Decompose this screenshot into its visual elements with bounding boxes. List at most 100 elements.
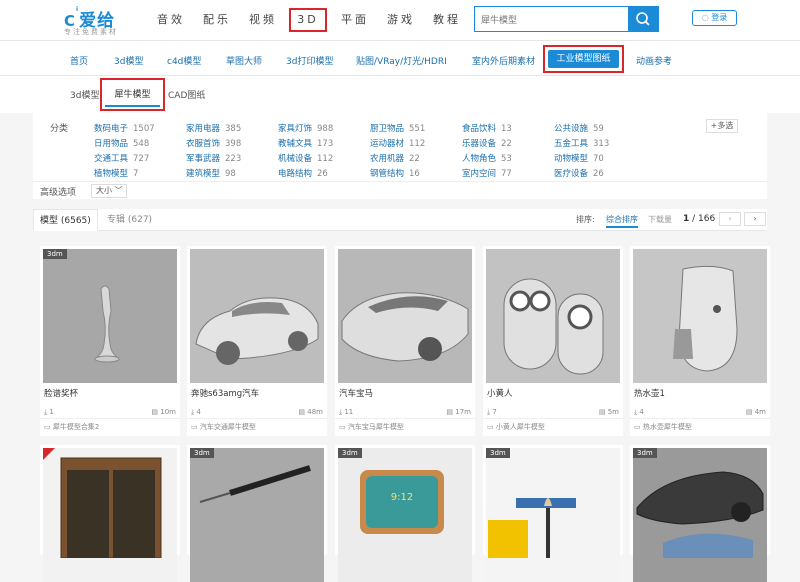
- model-card[interactable]: 小黄人 ⤓ 7 ▤ 5m ▭ 小黄人犀牛模型: [483, 246, 623, 436]
- login-button[interactable]: ◌ 登录: [692, 10, 737, 26]
- album-tag[interactable]: ▭ 热水壶犀牛模型: [634, 422, 692, 432]
- chevron-down-icon: ﹀: [114, 186, 123, 195]
- category-item[interactable]: 日用物品 548: [94, 137, 149, 149]
- category-item[interactable]: 乐器设备 22: [462, 137, 512, 149]
- card-thumbnail[interactable]: [486, 249, 620, 383]
- model-card[interactable]: 奔驰s63amg汽车 ⤓ 4 ▤ 48m ▭ 汽车交通犀牛模型: [187, 246, 327, 436]
- card-thumbnail[interactable]: 3dm: [43, 249, 177, 383]
- category-item[interactable]: 军事武器 223: [186, 152, 241, 164]
- model-card[interactable]: 3dm: [187, 445, 327, 582]
- nav-video[interactable]: 视频: [240, 0, 286, 40]
- search-button[interactable]: [628, 7, 658, 31]
- card-thumbnail[interactable]: 3dm: [190, 448, 324, 582]
- category-item[interactable]: 农用机器 22: [370, 152, 420, 164]
- size-select[interactable]: 大小 ﹀: [91, 184, 127, 198]
- category-item[interactable]: 人物角色 53: [462, 152, 512, 164]
- card-thumbnail[interactable]: 3dm: [633, 448, 767, 582]
- model-card[interactable]: 3dm: [630, 445, 770, 582]
- category-item[interactable]: 衣服首饰 398: [186, 137, 241, 149]
- nav-game[interactable]: 游戏: [378, 0, 424, 40]
- category-item[interactable]: 五金工具 313: [554, 137, 609, 149]
- category-item[interactable]: 医疗设备 26: [554, 167, 604, 179]
- tab-rhino-model[interactable]: 犀牛模型: [100, 78, 165, 111]
- sort-overall[interactable]: 综合排序: [606, 214, 638, 228]
- category-item[interactable]: 机械设备 112: [278, 152, 333, 164]
- search-box: [474, 6, 659, 32]
- category-item[interactable]: 公共设施 59: [554, 122, 604, 134]
- model-card[interactable]: 9:12 3dm: [335, 445, 475, 582]
- file-size: ▤ 48m: [298, 408, 323, 416]
- category-item[interactable]: 建筑模型 98: [186, 167, 236, 179]
- card-thumbnail[interactable]: 9:12 3dm: [338, 448, 472, 582]
- category-item[interactable]: 钢管结构 16: [370, 167, 420, 179]
- card-title[interactable]: 脸谱奖杯: [44, 387, 78, 399]
- search-input[interactable]: [475, 7, 625, 31]
- category-count: 70: [593, 154, 604, 164]
- card-thumbnail[interactable]: [190, 249, 324, 383]
- subnav-3d-print[interactable]: 3d打印模型: [286, 54, 333, 67]
- furniture-illustration: [488, 498, 576, 558]
- card-thumbnail[interactable]: [633, 249, 767, 383]
- category-item[interactable]: 厨卫物品 551: [370, 122, 425, 134]
- nav-flat[interactable]: 平面: [332, 0, 378, 40]
- nav-sound[interactable]: 音效: [148, 0, 194, 40]
- category-item[interactable]: 植物模型 7: [94, 167, 138, 179]
- subnav-home[interactable]: 首页: [70, 54, 88, 67]
- tab-models-count[interactable]: 模型 (6565): [33, 209, 98, 231]
- subnav-post[interactable]: 室内外后期素材: [472, 54, 535, 67]
- album-tag[interactable]: ▭ 汽车宝马犀牛模型: [339, 422, 404, 432]
- category-item[interactable]: 运动器材 112: [370, 137, 425, 149]
- multi-select-button[interactable]: +多选: [706, 119, 738, 133]
- category-item[interactable]: 家具灯饰 988: [278, 122, 333, 134]
- next-page-button[interactable]: ›: [744, 212, 766, 226]
- prev-page-button[interactable]: ‹: [719, 212, 741, 226]
- album-tag[interactable]: ▭ 小黄人犀牛模型: [487, 422, 545, 432]
- car-illustration: [636, 471, 764, 558]
- category-count: 77: [501, 169, 512, 179]
- category-item[interactable]: 电路结构 26: [278, 167, 328, 179]
- card-title[interactable]: 奔驰s63amg汽车: [191, 387, 259, 399]
- category-item[interactable]: 食品饮料 13: [462, 122, 512, 134]
- category-count: 26: [593, 169, 604, 179]
- model-card[interactable]: [40, 445, 180, 582]
- advanced-options: 高级选项 大小 ﹀: [33, 181, 767, 199]
- card-thumbnail[interactable]: [43, 448, 177, 582]
- category-count: 112: [317, 154, 334, 164]
- category-name: 军事武器: [186, 154, 221, 164]
- card-thumbnail[interactable]: 3dm: [486, 448, 620, 582]
- nav-tutorial[interactable]: 教程: [424, 0, 470, 40]
- category-item[interactable]: 数码电子 1507: [94, 122, 155, 134]
- category-item[interactable]: 家用电器 385: [186, 122, 241, 134]
- category-count: 727: [133, 154, 150, 164]
- model-card[interactable]: 3dm 脸谱奖杯 ⤓ 1 ▤ 10m ▭ 犀牛模型合集2: [40, 246, 180, 436]
- subnav-c4d[interactable]: c4d模型: [167, 54, 201, 67]
- category-name: 运动器材: [370, 139, 405, 149]
- card-title[interactable]: 汽车宝马: [339, 387, 373, 399]
- nav-3d[interactable]: 3D: [289, 8, 327, 32]
- category-item[interactable]: 教辅文具 173: [278, 137, 333, 149]
- tab-3d-model[interactable]: 3d模型: [70, 88, 99, 101]
- subnav-textures[interactable]: 贴图/VRay/灯光/HDRI: [356, 54, 447, 67]
- subnav-animation[interactable]: 动画参考: [636, 54, 672, 67]
- sort-downloads[interactable]: 下载量: [648, 214, 672, 225]
- subnav-sketchup[interactable]: 草图大师: [226, 54, 262, 67]
- category-item[interactable]: 动物模型 70: [554, 152, 604, 164]
- tab-cad[interactable]: CAD图纸: [168, 88, 205, 101]
- model-card[interactable]: 热水壶1 ⤓ 4 ▤ 4m ▭ 热水壶犀牛模型: [630, 246, 770, 436]
- subnav-3d-models[interactable]: 3d模型: [114, 54, 143, 67]
- tab-albums-count[interactable]: 专辑 (627): [101, 209, 158, 231]
- model-card[interactable]: 汽车宝马 ⤓ 11 ▤ 17m ▭ 汽车宝马犀牛模型: [335, 246, 475, 436]
- album-tag[interactable]: ▭ 犀牛模型合集2: [44, 422, 99, 432]
- category-item[interactable]: 交通工具 727: [94, 152, 149, 164]
- album-tag[interactable]: ▭ 汽车交通犀牛模型: [191, 422, 256, 432]
- divider: [187, 418, 327, 419]
- card-title[interactable]: 小黄人: [487, 387, 513, 399]
- card-title[interactable]: 热水壶1: [634, 387, 665, 399]
- category-item[interactable]: 室内空间 77: [462, 167, 512, 179]
- card-thumbnail[interactable]: [338, 249, 472, 383]
- model-card[interactable]: 3dm: [483, 445, 623, 582]
- screwdriver-illustration: [199, 465, 311, 503]
- subnav-industrial[interactable]: 工业模型图纸: [543, 45, 624, 73]
- nav-music[interactable]: 配乐: [194, 0, 240, 40]
- category-name: 室内空间: [462, 169, 497, 179]
